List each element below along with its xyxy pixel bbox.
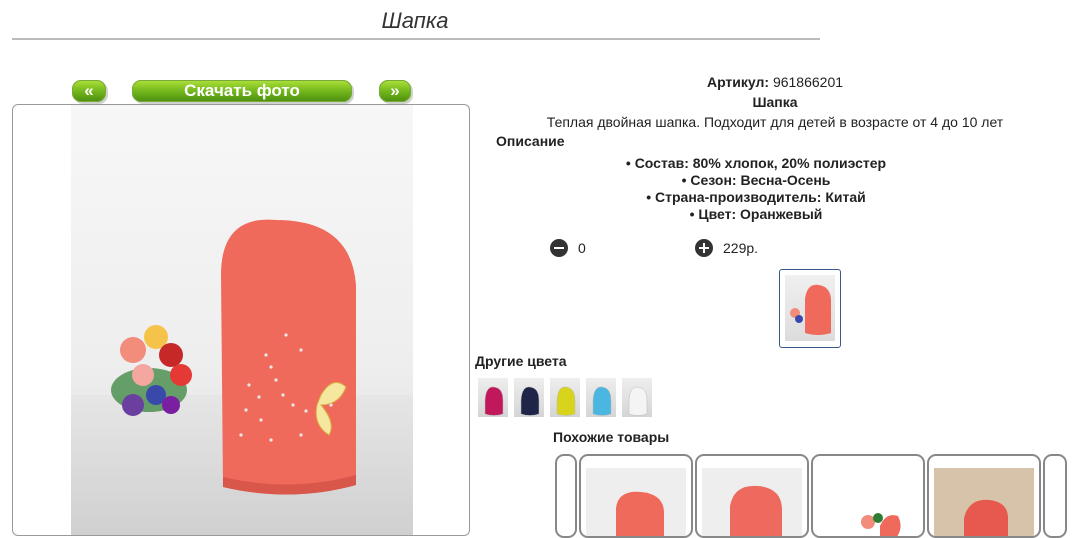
quantity-value: 0 (578, 240, 586, 256)
similar-product-card[interactable] (695, 454, 809, 538)
color-thumb-navy[interactable] (514, 378, 544, 417)
similar-product-card[interactable] (579, 454, 693, 538)
product-name: Шапка (752, 94, 798, 110)
price-value: 229р. (723, 240, 759, 256)
description-heading: Описание (496, 133, 565, 149)
other-colors-heading: Другие цвета (475, 353, 567, 369)
page-title: Шапка (381, 8, 449, 33)
next-photo-button[interactable]: » (379, 80, 411, 102)
similar-product-card[interactable] (927, 454, 1041, 538)
quantity-control: 0 (550, 239, 586, 257)
selected-photo-thumbnail[interactable] (779, 269, 841, 348)
plus-icon[interactable] (695, 239, 713, 257)
similar-scroll-left[interactable] (555, 454, 577, 538)
similar-product-image (586, 468, 686, 536)
download-photo-button[interactable]: Скачать фото (132, 80, 352, 102)
color-thumb-yellow[interactable] (550, 378, 580, 417)
hat-body (221, 219, 356, 495)
product-description: Теплая двойная шапка. Подходит для детей… (546, 114, 1004, 130)
article: Артикул: 961866201 (475, 74, 1075, 90)
spec-country: Страна-производитель: Китай (475, 189, 1037, 205)
product-photo[interactable] (71, 105, 413, 535)
hat-photo-illustration (111, 219, 356, 495)
minus-icon[interactable] (550, 239, 568, 257)
article-label: Артикул: (706, 74, 770, 90)
similar-product-image (702, 468, 802, 536)
title-divider (12, 38, 820, 40)
spec-composition: Состав: 80% хлопок, 20% полиэстер (475, 155, 1037, 171)
prev-photo-button[interactable]: « (72, 80, 106, 102)
thumbnail-image (785, 275, 835, 341)
spec-season: Сезон: Весна-Осень (475, 172, 1037, 188)
similar-scroll-right[interactable] (1043, 454, 1067, 538)
similar-products-heading: Похожие товары (553, 429, 670, 445)
price-control: 229р. (695, 239, 758, 257)
product-photo-frame (12, 104, 470, 536)
flower-bouquet (111, 325, 192, 416)
similar-product-image (934, 468, 1034, 536)
spec-color: Цвет: Оранжевый (475, 206, 1037, 222)
color-thumb-white[interactable] (622, 378, 652, 417)
similar-product-image (818, 468, 918, 536)
similar-product-card[interactable] (811, 454, 925, 538)
article-value: 961866201 (772, 74, 844, 90)
color-thumb-sky-blue[interactable] (586, 378, 616, 417)
color-thumb-crimson[interactable] (478, 378, 508, 417)
